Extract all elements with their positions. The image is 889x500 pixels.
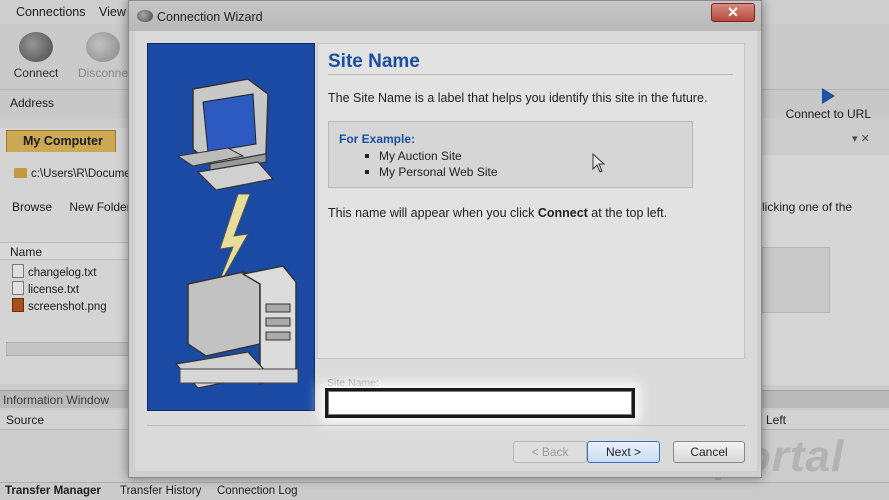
dialog-title: Connection Wizard <box>157 10 263 24</box>
note-text: This name will appear when you click Con… <box>328 206 668 220</box>
example-item: My Personal Web Site <box>365 165 498 179</box>
close-button[interactable]: ✕ <box>711 3 755 22</box>
wizard-icon <box>137 10 153 22</box>
example-title: For Example: <box>339 132 416 146</box>
example-box: For Example: My Auction Site My Personal… <box>328 121 693 188</box>
wizard-content-panel: Site Name The Site Name is a label that … <box>317 43 745 359</box>
example-item: My Auction Site <box>365 149 462 163</box>
cancel-button[interactable]: Cancel <box>673 441 745 463</box>
description-text: The Site Name is a label that helps you … <box>328 91 708 105</box>
heading-divider <box>328 74 733 75</box>
mouse-cursor-icon <box>592 153 606 173</box>
computers-lightning-icon <box>174 78 299 389</box>
network-illustration <box>147 43 315 411</box>
back-button[interactable]: < Back <box>513 441 587 463</box>
connection-wizard-dialog: Connection Wizard ✕ Site Name The Site N… <box>128 0 762 478</box>
dialog-body: Site Name The Site Name is a label that … <box>135 31 757 471</box>
dialog-title-bar[interactable]: Connection Wizard ✕ <box>129 1 761 31</box>
next-button[interactable]: Next > <box>587 441 660 463</box>
site-name-field-highlight <box>325 388 635 418</box>
page-title: Site Name <box>328 51 420 72</box>
button-divider <box>147 425 745 426</box>
site-name-input[interactable] <box>328 391 632 415</box>
